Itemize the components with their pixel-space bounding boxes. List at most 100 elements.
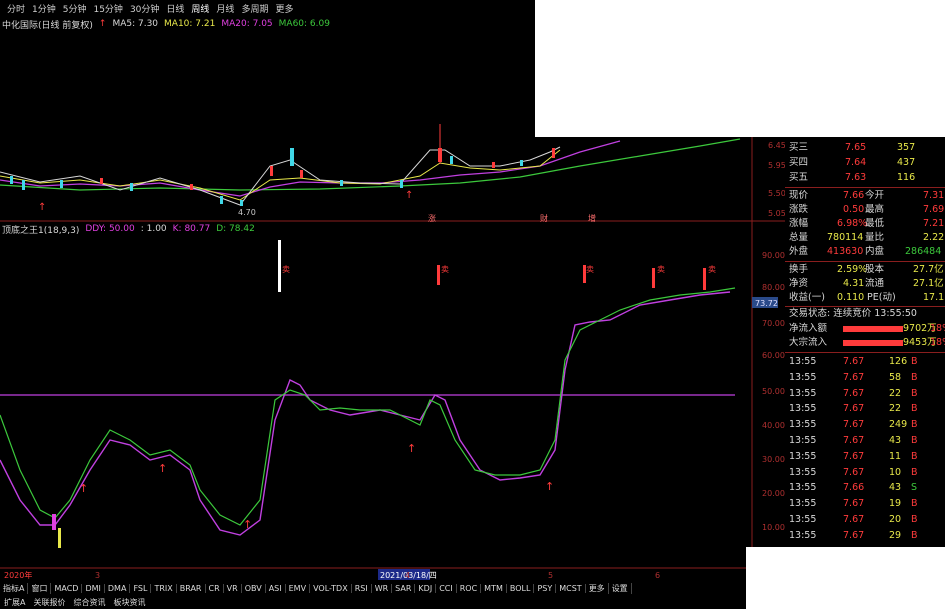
svg-text:4: 4 bbox=[405, 571, 410, 580]
tick-row: 13:55 7.67 19 B bbox=[789, 498, 918, 510]
bid-row-5: 买五 7.63 116 bbox=[789, 172, 916, 183]
extension-tab[interactable]: 关联报价 bbox=[29, 597, 69, 608]
svg-text:90.00: 90.00 bbox=[762, 251, 785, 260]
indicator-tab[interactable]: BRAR bbox=[177, 583, 206, 593]
indicator-tab[interactable]: MTM bbox=[481, 583, 507, 593]
candles bbox=[10, 124, 555, 206]
tick-row: 13:55 7.67 249 B bbox=[789, 419, 918, 431]
svg-text:6: 6 bbox=[655, 571, 660, 580]
indicator-legend: 顶底之王1(18,9,3) DDY: 50.00 : 1.00 K: 80.77… bbox=[0, 222, 255, 236]
indicator-tab[interactable]: ROC bbox=[457, 583, 482, 593]
flow-row: 大宗流入 9453万 18% bbox=[789, 337, 945, 348]
stat2-row: 净资 4.31 流通 27.1亿 bbox=[789, 278, 944, 289]
extension-tab[interactable]: 扩展A bbox=[0, 597, 29, 608]
bid-row-3: 买三 7.65 357 bbox=[789, 142, 916, 153]
indicator-tab[interactable]: ASI bbox=[266, 583, 286, 593]
x-axis-labels: 3 4 5 6 bbox=[95, 571, 660, 580]
stat-row: 外盘 413630 内盘 286484 bbox=[789, 246, 942, 257]
indicator-tab[interactable]: MACD bbox=[51, 583, 83, 593]
k-line bbox=[0, 287, 736, 526]
candle-axis-label: 6.45 bbox=[768, 141, 785, 150]
flow-bar bbox=[843, 326, 903, 332]
x-axis-start: 2020年 bbox=[4, 570, 32, 580]
svg-text:↑: ↑ bbox=[79, 482, 88, 495]
indicator-tab[interactable]: SAR bbox=[392, 583, 416, 593]
svg-text:5: 5 bbox=[548, 571, 553, 580]
indicator-tab[interactable]: 窗口 bbox=[28, 582, 52, 594]
flow-row: 净流入额 9702万 18% bbox=[789, 323, 945, 334]
candle-axis-label: 5.05 bbox=[768, 209, 785, 218]
indicator-tab[interactable]: KDJ bbox=[415, 583, 437, 593]
extension-tab[interactable]: 板块资讯 bbox=[109, 597, 149, 608]
indicator-tab[interactable]: PSY bbox=[534, 583, 557, 593]
indicator-name[interactable]: 顶底之王1(18,9,3) bbox=[2, 223, 79, 236]
svg-text:80.00: 80.00 bbox=[762, 283, 785, 292]
tick-row: 13:55 7.67 58 B bbox=[789, 371, 918, 383]
indicator-tab[interactable]: 设置 bbox=[609, 582, 632, 594]
stat2-row: 收益(一) 0.110 PE(动) 17.1 bbox=[789, 292, 945, 303]
extension-tab[interactable]: 综合资讯 bbox=[69, 597, 109, 608]
svg-text:↑: ↑ bbox=[158, 462, 167, 475]
tick-row: 13:55 7.66 43 S bbox=[789, 482, 918, 494]
indicator-v1: : 1.00 bbox=[140, 224, 167, 234]
indicator-tab[interactable]: DMA bbox=[105, 583, 131, 593]
indicator-axis: 90.00 80.00 70.00 60.00 50.00 40.00 30.0… bbox=[762, 251, 785, 532]
stat-row: 总量 780114 量比 2.22 bbox=[789, 232, 945, 243]
tick-row: 13:55 7.67 20 B bbox=[789, 514, 918, 525]
stat-row: 涨幅 6.98% 最低 7.21 bbox=[789, 218, 945, 229]
candle-axis-label: 5.95 bbox=[768, 161, 785, 170]
indicator-tab[interactable]: FSL bbox=[130, 583, 152, 593]
tick-row: 13:55 7.67 11 B bbox=[789, 450, 918, 462]
watermark-area bbox=[746, 547, 945, 609]
tick-row: 13:55 7.67 29 B bbox=[789, 529, 918, 541]
indicator-tab[interactable]: WR bbox=[372, 583, 393, 593]
svg-text:↑: ↑ bbox=[38, 202, 46, 213]
tick-row: 13:55 7.67 10 B bbox=[789, 466, 918, 478]
tick-row: 13:55 7.67 22 B bbox=[789, 403, 918, 415]
svg-text:3: 3 bbox=[95, 571, 100, 580]
chart-area[interactable]: 6.45 5.95 5.50 5.05 4.70 ↑ ↑ 涨 财 增 90.00… bbox=[0, 0, 785, 582]
svg-text:↑: ↑ bbox=[405, 190, 413, 201]
ma5-line bbox=[0, 146, 561, 206]
indicator-tab[interactable]: EMV bbox=[286, 583, 311, 593]
quote-panel: 买三 7.65 357 买四 7.64 437 买五 7.63 116 现价 7… bbox=[785, 137, 945, 584]
svg-text:↑: ↑ bbox=[545, 480, 554, 493]
svg-text:↑: ↑ bbox=[243, 518, 252, 531]
ddy-value: DDY: 50.00 bbox=[85, 224, 135, 234]
indicator-tab[interactable]: RSI bbox=[352, 583, 372, 593]
indicator-tab[interactable]: BOLL bbox=[507, 583, 535, 593]
indicator-tab[interactable]: 更多 bbox=[586, 582, 609, 594]
indicator-tab[interactable]: CR bbox=[206, 583, 224, 593]
sell-signal-marks: 卖 卖 卖 卖 bbox=[441, 265, 716, 274]
indicator-tab[interactable]: OBV bbox=[242, 583, 266, 593]
trade-status: 交易状态: 连续竞价 13:55:50 bbox=[789, 308, 917, 319]
indicator-tab[interactable]: 指标A bbox=[0, 582, 29, 594]
sell-signals bbox=[437, 265, 706, 290]
svg-text:增: 增 bbox=[588, 213, 596, 223]
svg-text:50.00: 50.00 bbox=[762, 387, 785, 396]
svg-text:40.00: 40.00 bbox=[762, 421, 785, 430]
indicator-tab[interactable]: VOL-TDX bbox=[310, 583, 352, 593]
top-signal-bar bbox=[278, 240, 281, 292]
ma20-line bbox=[0, 140, 621, 197]
indicator-tab[interactable]: DMI bbox=[82, 583, 105, 593]
ma60-line bbox=[0, 138, 741, 191]
svg-text:70.00: 70.00 bbox=[762, 319, 785, 328]
svg-text:涨: 涨 bbox=[428, 213, 436, 223]
svg-text:卖: 卖 bbox=[708, 265, 716, 274]
candle-axis: 6.45 5.95 5.50 5.05 bbox=[768, 141, 785, 218]
sell-mark: 卖 bbox=[282, 265, 290, 274]
tick-row: 13:55 7.67 22 B bbox=[789, 387, 918, 399]
indicator-tab[interactable]: VR bbox=[224, 583, 242, 593]
ma10-line bbox=[0, 149, 561, 201]
indicator-tab[interactable]: TRIX bbox=[151, 583, 177, 593]
indicator-tab[interactable]: CCI bbox=[436, 583, 457, 593]
indicator-tab[interactable]: MCST bbox=[556, 583, 586, 593]
bid-row-4: 买四 7.64 437 bbox=[789, 157, 916, 168]
current-k-value: 73.72 bbox=[755, 299, 778, 308]
stat2-row: 换手 2.59% 股本 27.7亿 bbox=[789, 264, 944, 275]
svg-text:30.00: 30.00 bbox=[762, 455, 785, 464]
d-value: D: 78.42 bbox=[216, 224, 255, 234]
k-value: K: 80.77 bbox=[172, 224, 211, 234]
flow-bar bbox=[843, 340, 903, 346]
